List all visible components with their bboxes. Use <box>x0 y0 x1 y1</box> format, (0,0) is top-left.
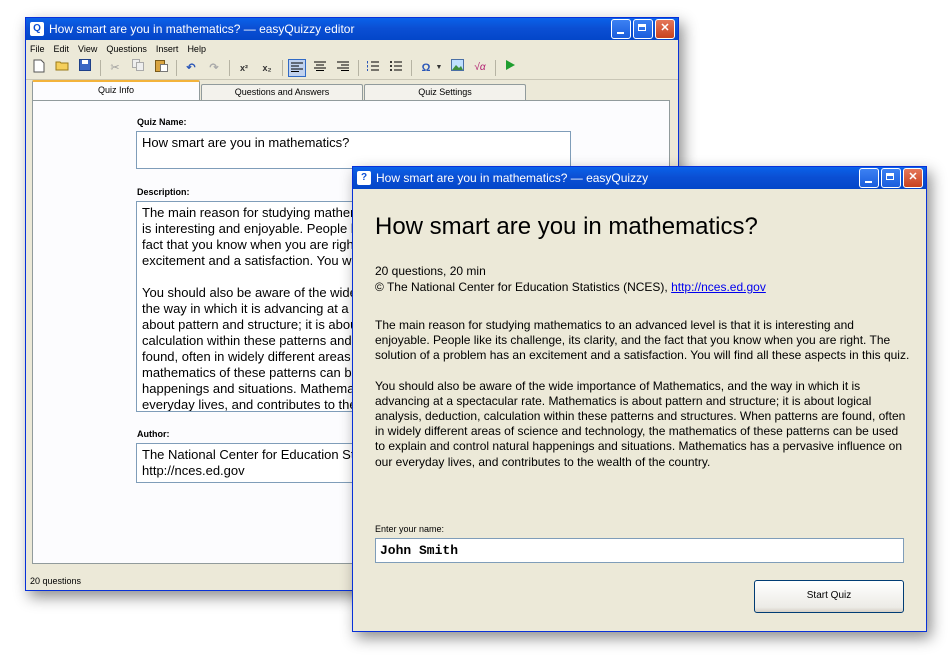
tab-quiz-info[interactable]: Quiz Info <box>32 80 200 100</box>
quiz-name-label: Quiz Name: <box>137 117 187 127</box>
cut-icon[interactable]: ✂ <box>106 59 124 77</box>
bullet-list-icon[interactable] <box>387 59 405 77</box>
window-title: How smart are you in mathematics? — easy… <box>49 22 355 36</box>
toolbar-separator <box>282 60 283 76</box>
minimize-icon <box>860 169 878 187</box>
align-right-icon[interactable] <box>334 59 352 77</box>
symbol-icon[interactable]: Ω <box>417 59 435 77</box>
close-button[interactable]: ✕ <box>903 168 923 188</box>
quiz-titlebar[interactable]: ? How smart are you in mathematics? — ea… <box>353 167 926 189</box>
menu-insert[interactable]: Insert <box>156 44 179 54</box>
close-button[interactable]: ✕ <box>655 19 675 39</box>
paste-icon[interactable] <box>152 59 170 77</box>
menu-questions[interactable]: Questions <box>106 44 147 54</box>
quiz-heading: How smart are you in mathematics? <box>375 213 758 240</box>
description-paragraph: You should also be aware of the wide imp… <box>375 378 906 469</box>
toolbar-separator <box>229 60 230 76</box>
window-title: How smart are you in mathematics? — easy… <box>376 171 649 185</box>
tab-questions-and-answers[interactable]: Questions and Answers <box>201 84 363 100</box>
maximize-button[interactable] <box>633 19 653 39</box>
new-icon[interactable] <box>30 59 48 77</box>
toolbar: ✂ ↶ ↷ x² x₂ Ω ▼ √α <box>26 57 678 80</box>
editor-tabs: Quiz Info Questions and Answers Quiz Set… <box>32 80 527 100</box>
minimize-button[interactable] <box>611 19 631 39</box>
save-icon[interactable] <box>76 59 94 77</box>
minimize-icon <box>612 20 630 38</box>
quiz-description: The main reason for studying mathematics… <box>375 318 910 485</box>
menu-edit[interactable]: Edit <box>54 44 70 54</box>
subscript-icon[interactable]: x₂ <box>258 59 276 77</box>
maximize-button[interactable] <box>881 168 901 188</box>
help-app-icon: ? <box>357 171 371 185</box>
maximize-icon <box>882 169 900 187</box>
align-center-icon[interactable] <box>311 59 329 77</box>
menu-file[interactable]: File <box>30 44 45 54</box>
app-icon: Q <box>30 22 44 36</box>
toolbar-separator <box>100 60 101 76</box>
chevron-down-icon[interactable]: ▼ <box>435 59 443 77</box>
quiz-window: ? How smart are you in mathematics? — ea… <box>352 166 927 632</box>
close-icon: ✕ <box>908 171 918 183</box>
formula-icon[interactable]: √α <box>471 59 489 77</box>
name-label: Enter your name: <box>375 524 445 534</box>
start-quiz-button[interactable]: Start Quiz <box>754 580 904 613</box>
toolbar-separator <box>176 60 177 76</box>
quiz-name-field[interactable]: How smart are you in mathematics? <box>136 131 571 169</box>
align-left-icon[interactable] <box>288 59 306 77</box>
source-link[interactable]: http://nces.ed.gov <box>671 280 766 294</box>
close-icon: ✕ <box>660 22 670 34</box>
quiz-duration: 20 questions, 20 min <box>375 264 486 278</box>
toolbar-separator <box>495 60 496 76</box>
name-input[interactable]: John Smith <box>375 538 904 563</box>
minimize-button[interactable] <box>859 168 879 188</box>
editor-titlebar[interactable]: Q How smart are you in mathematics? — ea… <box>26 18 678 40</box>
open-icon[interactable] <box>53 59 71 77</box>
image-icon[interactable] <box>448 59 466 77</box>
undo-icon[interactable]: ↶ <box>182 59 200 77</box>
toolbar-separator <box>358 60 359 76</box>
toolbar-separator <box>411 60 412 76</box>
quiz-copyright: © The National Center for Education Stat… <box>375 280 766 294</box>
superscript-icon[interactable]: x² <box>235 59 253 77</box>
redo-icon[interactable]: ↷ <box>205 59 223 77</box>
menu-view[interactable]: View <box>78 44 97 54</box>
maximize-icon <box>634 20 652 38</box>
description-paragraph: The main reason for studying mathematics… <box>375 318 910 363</box>
author-label: Author: <box>137 429 170 439</box>
description-label: Description: <box>137 187 190 197</box>
menu-bar: File Edit View Questions Insert Help <box>26 40 678 57</box>
run-icon[interactable] <box>501 59 519 77</box>
menu-help[interactable]: Help <box>187 44 206 54</box>
copy-icon[interactable] <box>129 59 147 77</box>
numbered-list-icon[interactable] <box>364 59 382 77</box>
quiz-meta: 20 questions, 20 min © The National Cent… <box>375 263 766 295</box>
tab-quiz-settings[interactable]: Quiz Settings <box>364 84 526 100</box>
